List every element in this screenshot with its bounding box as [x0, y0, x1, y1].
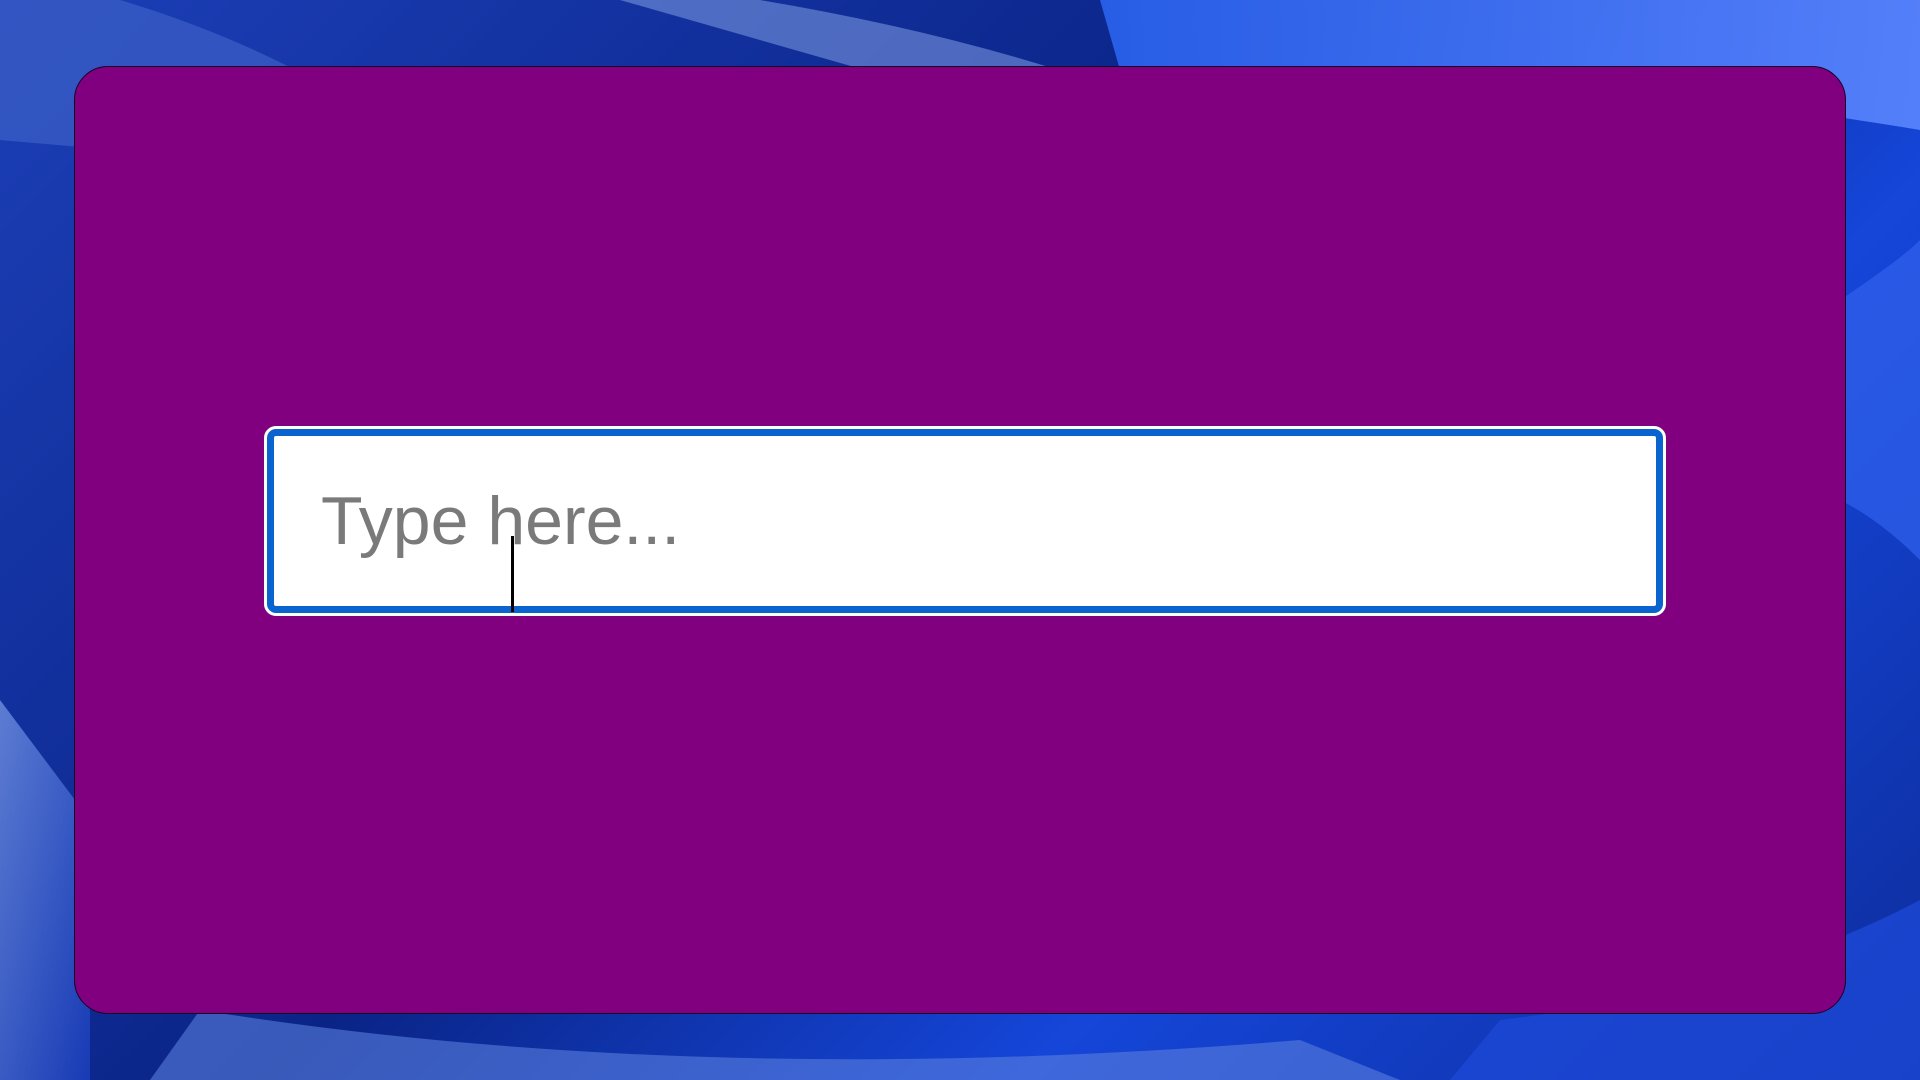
text-input[interactable] — [267, 429, 1663, 613]
text-input-container — [264, 426, 1666, 616]
app-window — [74, 66, 1846, 1014]
